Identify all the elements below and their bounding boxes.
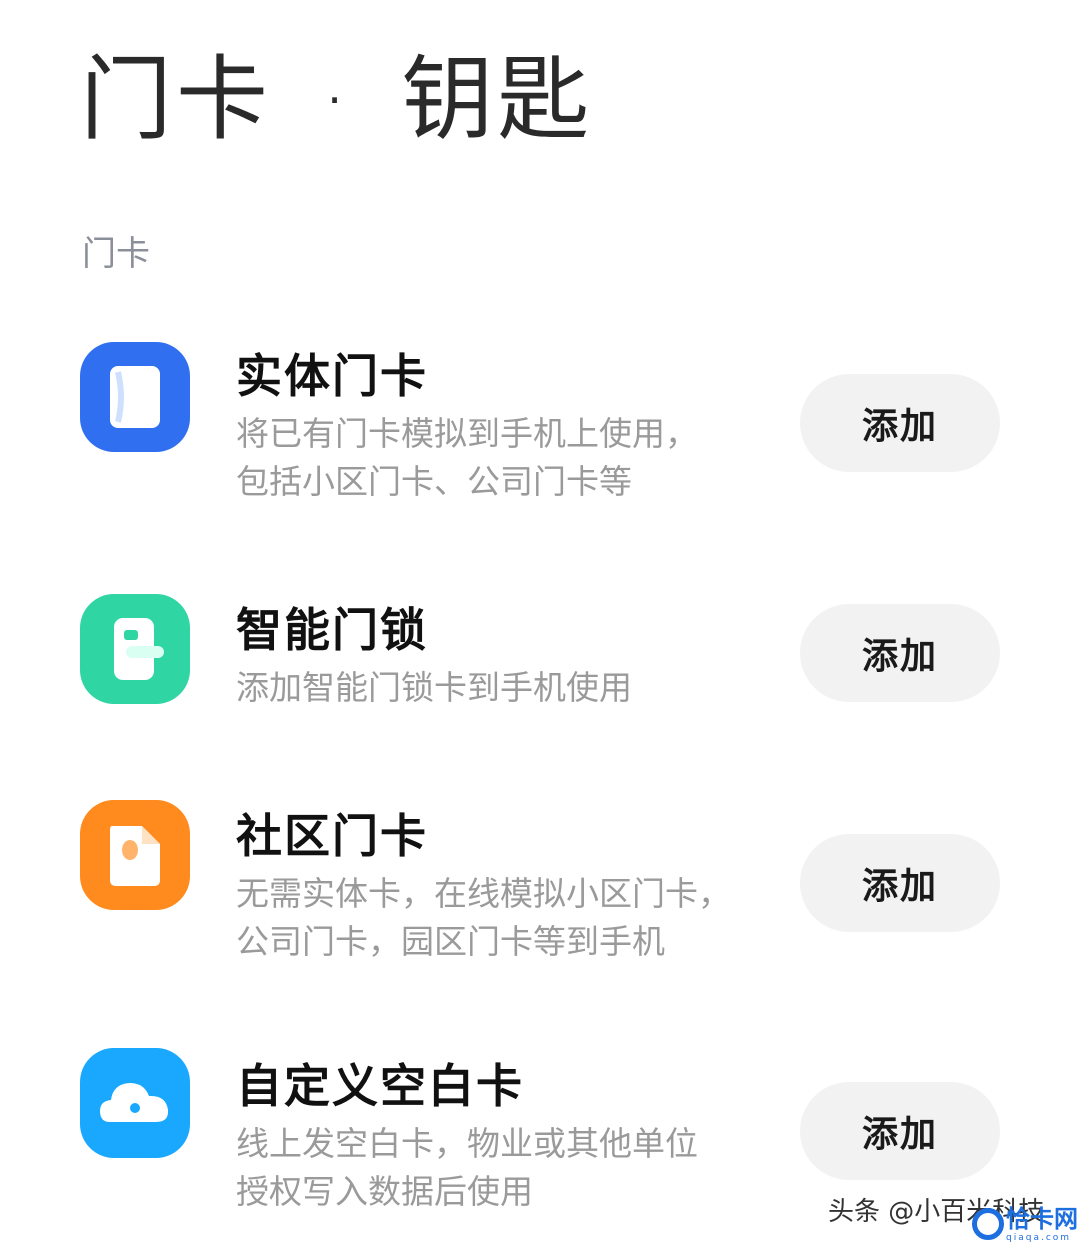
add-button-custom-blank-card[interactable]: 添加 <box>800 1082 1000 1180</box>
item-title: 智能门锁 <box>236 603 428 657</box>
cloud-blank-card-icon <box>80 1048 190 1158</box>
logo-circle-icon <box>972 1208 1004 1240</box>
add-button-smart-lock[interactable]: 添加 <box>800 604 1000 702</box>
item-title: 社区门卡 <box>236 809 428 863</box>
physical-card-icon <box>80 342 190 452</box>
section-label: 门卡 <box>82 234 150 274</box>
item-desc-line1: 添加智能门锁卡到手机使用 <box>236 668 632 707</box>
logo-sub-text: qiaqa.com <box>1006 1233 1072 1243</box>
add-button-community-card[interactable]: 添加 <box>800 834 1000 932</box>
watermark-logo: 恰卡网 qiaqa.com <box>968 1200 1080 1248</box>
item-title: 自定义空白卡 <box>236 1059 524 1113</box>
page-title-left: 门卡 <box>80 46 273 153</box>
logo-text: 恰卡网 <box>1006 1205 1078 1233</box>
page-title: 门卡 · 钥匙 <box>80 40 593 160</box>
community-card-icon <box>80 800 190 910</box>
page-title-separator: · <box>320 46 354 153</box>
item-desc-line1: 将已有门卡模拟到手机上使用， <box>236 414 698 453</box>
item-desc-line2: 包括小区门卡、公司门卡等 <box>236 462 632 501</box>
item-desc-line1: 无需实体卡，在线模拟小区门卡， <box>236 874 731 913</box>
add-button-physical-card[interactable]: 添加 <box>800 374 1000 472</box>
item-desc-line2: 公司门卡，园区门卡等到手机 <box>236 922 665 961</box>
smart-lock-icon <box>80 594 190 704</box>
page-title-right: 钥匙 <box>401 46 594 153</box>
item-title: 实体门卡 <box>236 349 428 403</box>
item-desc-line2: 授权写入数据后使用 <box>236 1172 533 1211</box>
item-desc-line1: 线上发空白卡，物业或其他单位 <box>236 1124 698 1163</box>
